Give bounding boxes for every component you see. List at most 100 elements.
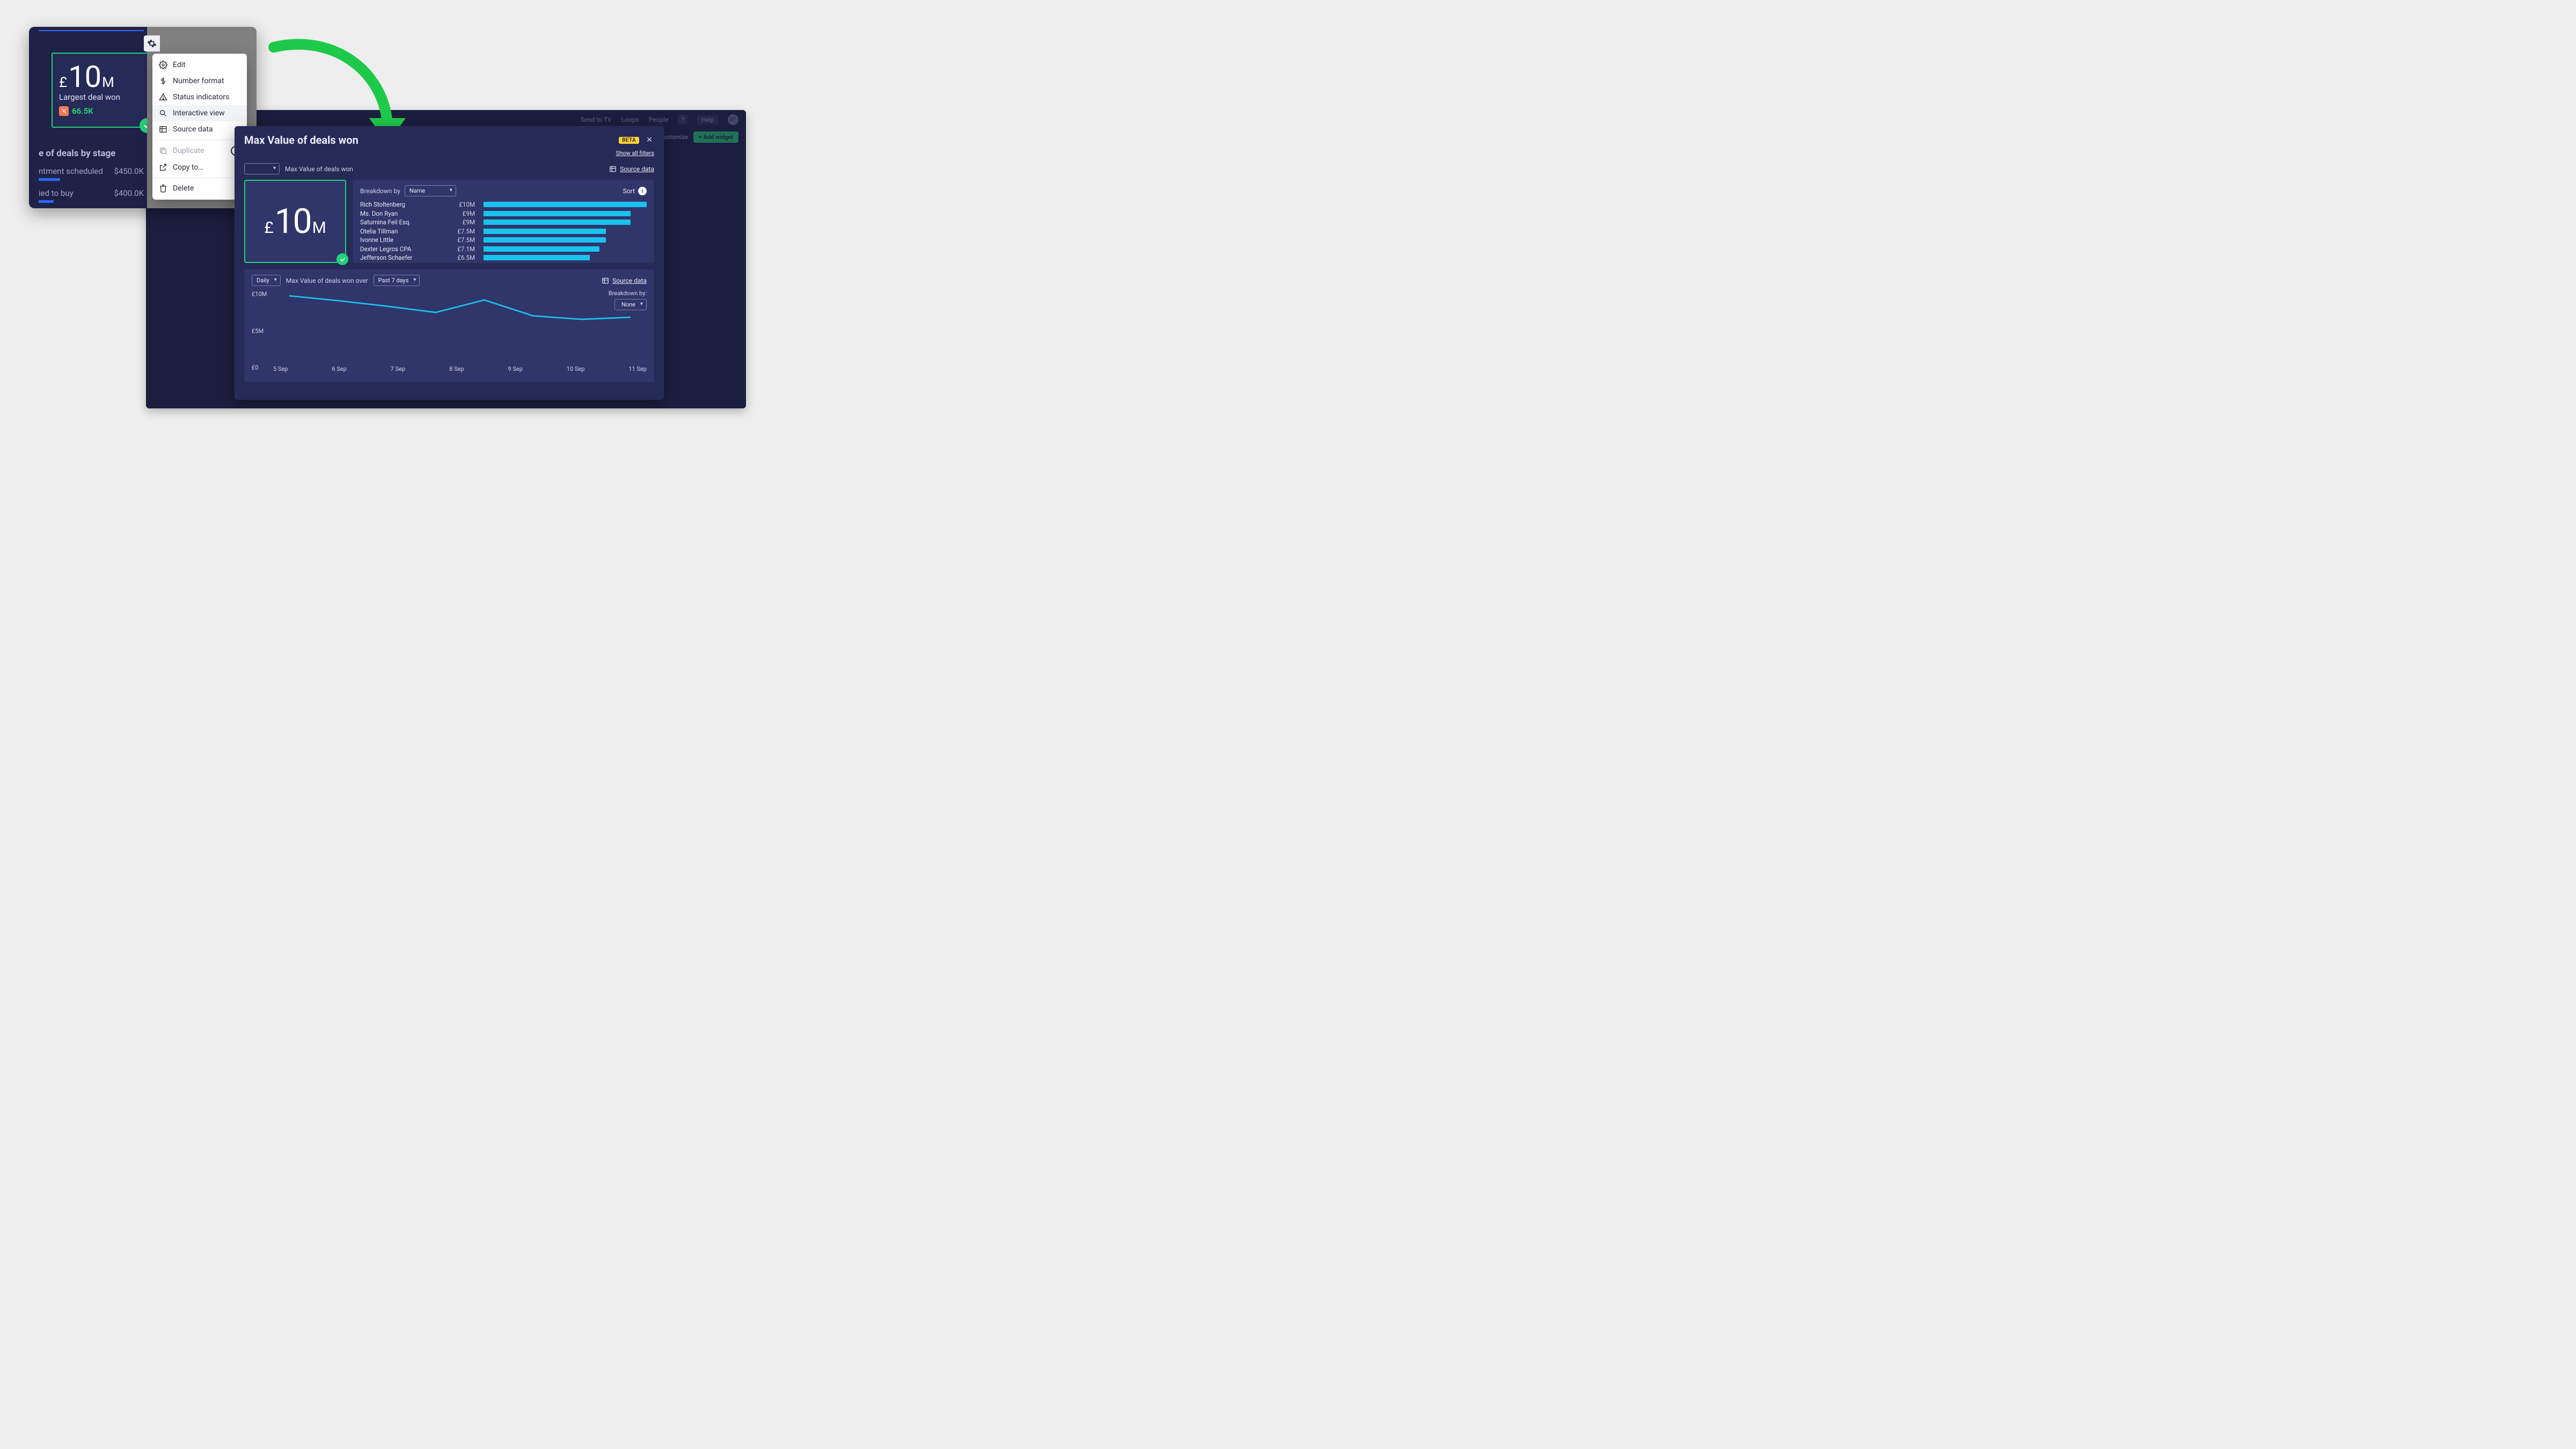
help-button[interactable]: Help bbox=[697, 115, 718, 125]
widget-snippet: £ 10 M Largest deal won 66.5K e of deals… bbox=[29, 27, 257, 208]
add-widget-button[interactable]: + Add widget bbox=[693, 131, 738, 143]
section-title: e of deals by stage bbox=[39, 148, 144, 159]
granularity-dropdown[interactable]: Daily bbox=[252, 275, 281, 286]
breakdown-value: £7.1M bbox=[451, 245, 478, 253]
table-icon bbox=[609, 165, 617, 173]
breakdown-name: Ivonne Little bbox=[360, 236, 446, 244]
breakdown-by-dropdown[interactable]: Name bbox=[405, 185, 456, 196]
sort-button[interactable]: Sort bbox=[623, 187, 647, 195]
breakdown-name: Otelia Tillman bbox=[360, 228, 446, 235]
gear-button[interactable] bbox=[144, 35, 160, 52]
progress-bar bbox=[39, 178, 60, 181]
x-tick: 5 Sep bbox=[273, 365, 288, 372]
trend-chart: £10M £5M £0 5 Sep6 Sep7 Sep8 Sep9 Sep10 … bbox=[252, 289, 647, 372]
table-icon bbox=[159, 125, 167, 134]
customize-button[interactable]: Customize bbox=[660, 134, 688, 141]
search-icon bbox=[159, 109, 167, 118]
metric-dropdown[interactable] bbox=[244, 163, 280, 174]
x-tick: 8 Sep bbox=[449, 365, 464, 372]
metric-currency: £ bbox=[59, 75, 67, 91]
loops-link[interactable]: Loops bbox=[621, 116, 639, 123]
menu-duplicate: Duplicate i bbox=[152, 142, 247, 159]
breakdown-row[interactable]: Saturnina Feil Esq.£9M bbox=[360, 218, 647, 226]
x-tick: 9 Sep bbox=[508, 365, 522, 372]
trend-card: Daily Max Value of deals won over Past 7… bbox=[244, 269, 654, 382]
metric-number: 10 bbox=[68, 59, 101, 94]
widget-context-menu: Edit Number format Status indicators Int… bbox=[152, 54, 247, 200]
breakdown-row[interactable]: Otelia Tillman£7.5M bbox=[360, 228, 647, 235]
alert-triangle-icon bbox=[159, 93, 167, 101]
show-all-filters-link[interactable]: Show all filters bbox=[235, 150, 664, 161]
metric-card[interactable]: £ 10 M bbox=[244, 180, 346, 263]
dollar-icon bbox=[159, 77, 167, 85]
source-data-link-top[interactable]: Source data bbox=[609, 165, 654, 173]
breakdown-name: Dexter Legros CPA bbox=[360, 245, 446, 253]
hubspot-icon bbox=[59, 106, 69, 116]
breakdown-name: Ms. Don Ryan bbox=[360, 210, 446, 217]
trend-line bbox=[289, 296, 631, 319]
breakdown-card: Breakdown by Name Sort Rich Stoltenberg £… bbox=[353, 180, 654, 263]
send-to-tv-link[interactable]: Send to TV bbox=[580, 116, 611, 123]
breakdown-bar bbox=[484, 237, 606, 243]
metric-suffix: M bbox=[102, 75, 114, 91]
x-tick: 7 Sep bbox=[391, 365, 405, 372]
breakdown-bar bbox=[484, 219, 631, 225]
menu-delete[interactable]: Delete bbox=[152, 180, 247, 196]
breakdown-row[interactable]: Ivonne Little£7.5M bbox=[360, 236, 647, 244]
gear-icon bbox=[159, 61, 167, 69]
breakdown-bar bbox=[484, 246, 599, 252]
trend-label: Max Value of deals won over bbox=[286, 277, 368, 284]
topbar: Send to TV Loops People ? Help ST bbox=[580, 114, 738, 125]
row-label: ied to buy bbox=[39, 188, 74, 198]
close-icon[interactable]: ✕ bbox=[645, 135, 654, 145]
menu-number-format[interactable]: Number format bbox=[152, 73, 247, 89]
panel-subtitle: Max Value of deals won bbox=[285, 165, 353, 173]
gear-icon bbox=[147, 39, 157, 48]
largest-deal-widget[interactable]: £ 10 M Largest deal won 66.5K bbox=[52, 53, 149, 128]
x-tick: 10 Sep bbox=[567, 365, 585, 372]
avatar[interactable]: ST bbox=[728, 114, 738, 125]
menu-interactive-view[interactable]: Interactive view bbox=[152, 105, 247, 121]
breakdown-row[interactable]: Jefferson Schaefer £6.5M bbox=[360, 254, 647, 261]
menu-copy-to[interactable]: Copy to… bbox=[152, 159, 247, 175]
y-tick: £5M bbox=[252, 327, 264, 334]
breakdown-name: Rich Stoltenberg bbox=[360, 201, 446, 208]
sort-icon bbox=[638, 187, 647, 195]
deals-by-stage-partial: e of deals by stage ntment scheduled $450… bbox=[39, 148, 144, 208]
menu-status-indicators[interactable]: Status indicators bbox=[152, 89, 247, 105]
breakdown-row[interactable]: Rich Stoltenberg £10M bbox=[360, 201, 647, 208]
copy-icon bbox=[159, 147, 167, 155]
metric-number: 10 bbox=[275, 201, 311, 241]
row-value: $450.0K bbox=[114, 166, 144, 176]
secondary-value: 66.5K bbox=[72, 106, 93, 116]
breakdown-value: £9M bbox=[451, 218, 478, 226]
row-label: ntment scheduled bbox=[39, 166, 103, 176]
metric-suffix: M bbox=[312, 218, 326, 237]
period-dropdown[interactable]: Past 7 days bbox=[374, 275, 420, 286]
beta-badge: BETA bbox=[619, 137, 639, 144]
breakdown-by-label: Breakdown by bbox=[360, 187, 400, 195]
row-value: $400.0K bbox=[114, 188, 144, 198]
panel-title: Max Value of deals won bbox=[244, 134, 358, 147]
breakdown-row[interactable]: Jill Purdy£6.1M bbox=[360, 263, 647, 264]
breakdown-name: Jefferson Schaefer bbox=[360, 254, 446, 261]
source-data-link-trend[interactable]: Source data bbox=[602, 277, 647, 284]
people-link[interactable]: People bbox=[649, 116, 669, 123]
dashboard-controls: Customize + Add widget bbox=[660, 131, 739, 143]
metric-currency: £ bbox=[264, 218, 273, 237]
breakdown-bar bbox=[484, 211, 631, 216]
table-icon bbox=[602, 277, 609, 284]
breakdown-value: £6.1M bbox=[451, 263, 478, 264]
breakdown-row[interactable]: Ms. Don Ryan £9M bbox=[360, 210, 647, 217]
x-tick: 11 Sep bbox=[628, 365, 647, 372]
trash-icon bbox=[159, 184, 167, 193]
breakdown-bar bbox=[484, 255, 590, 260]
menu-source-data[interactable]: Source data bbox=[152, 121, 247, 137]
breakdown-row[interactable]: Dexter Legros CPA £7.1M bbox=[360, 245, 647, 253]
breakdown-value: £9M bbox=[451, 210, 478, 217]
breakdown-value: £10M bbox=[451, 201, 478, 208]
help-question-icon[interactable]: ? bbox=[678, 115, 687, 125]
breakdown-value: £6.5M bbox=[451, 254, 478, 261]
breakdown-bar bbox=[484, 202, 647, 207]
menu-edit[interactable]: Edit bbox=[152, 57, 247, 73]
